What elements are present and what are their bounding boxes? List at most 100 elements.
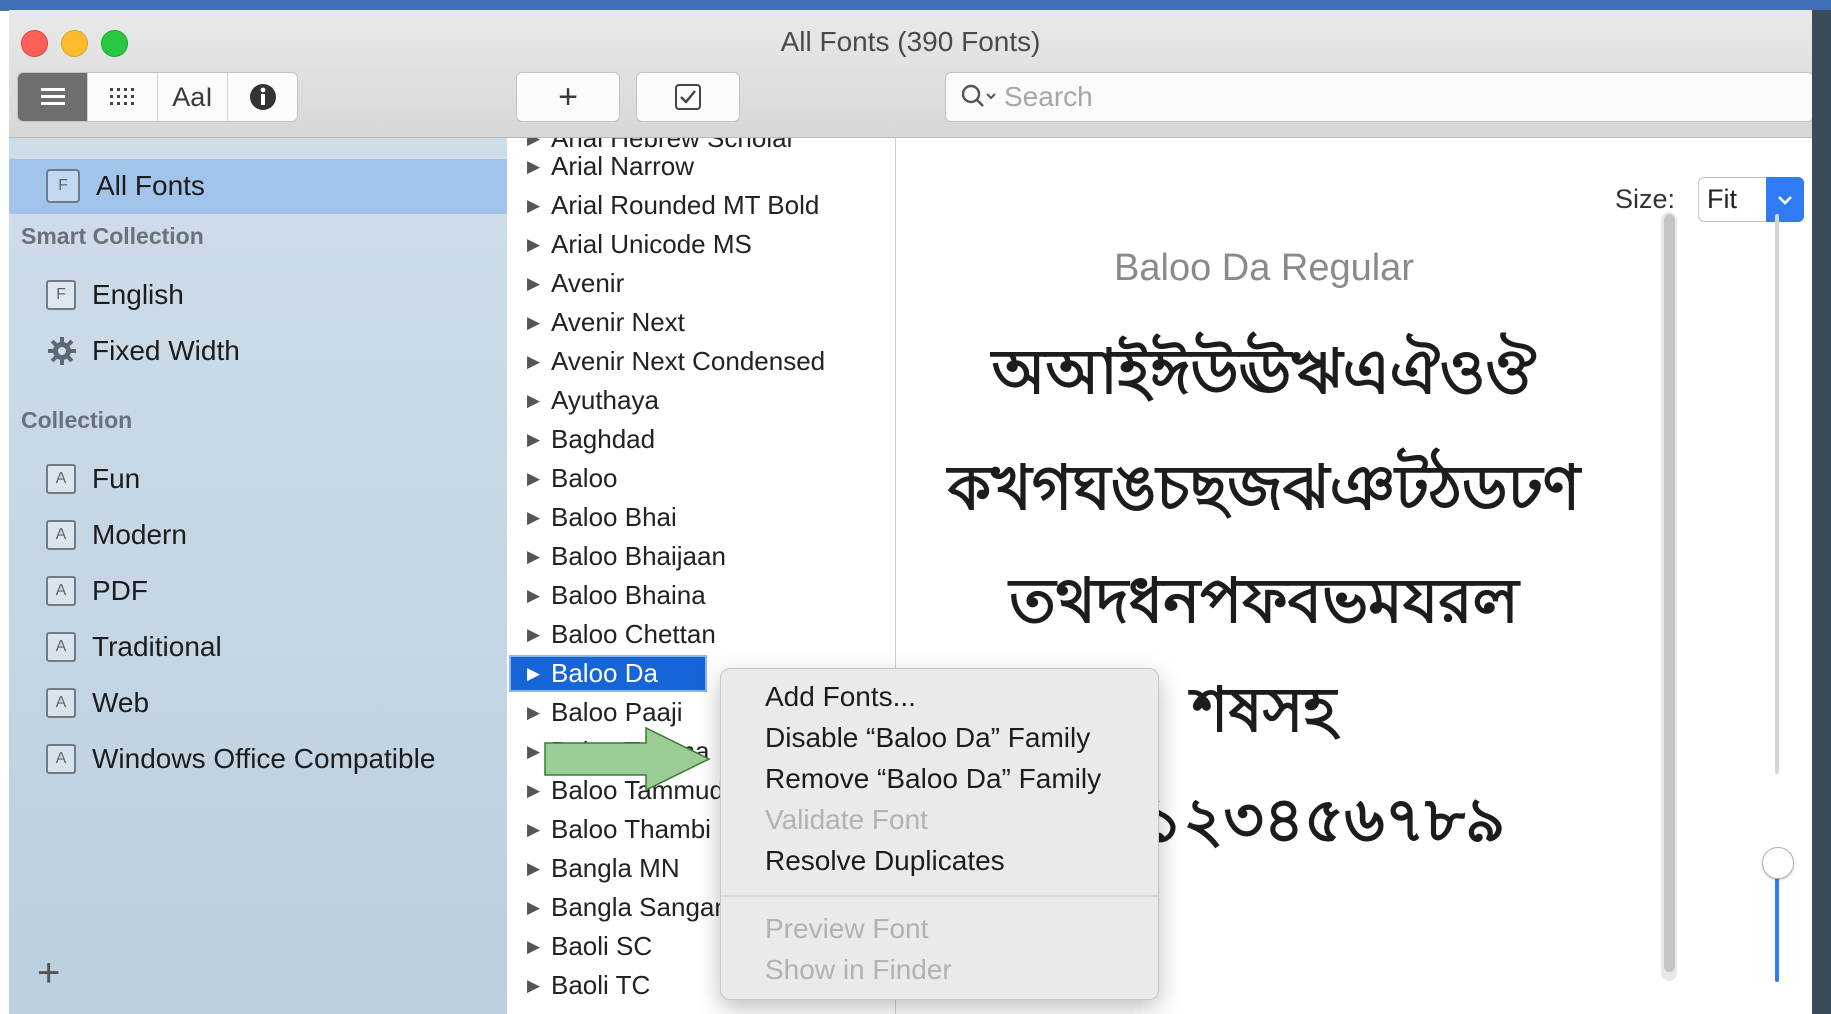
font-row-label: Baloo Da [551, 658, 658, 688]
sidebar-item-fun[interactable]: A Fun [46, 455, 140, 503]
sidebar-item-pdf[interactable]: A PDF [46, 567, 148, 615]
sidebar-item-label: PDF [92, 575, 148, 606]
sidebar-item-label: All Fonts [96, 170, 205, 201]
sidebar-item-modern[interactable]: A Modern [46, 511, 187, 559]
size-slider-knob[interactable] [1762, 847, 1794, 879]
menu-item-resolve-duplicates[interactable]: Resolve Duplicates [765, 845, 1005, 877]
collection-header: Collection [21, 407, 133, 433]
disclosure-triangle-icon[interactable]: ▶ [527, 138, 551, 149]
sidebar-item-label: Web [92, 687, 150, 718]
preview-sample-line: অআইঈউঊঋএঐওঔ [991, 338, 1537, 407]
sidebar-item-fixed-width[interactable]: Fixed Width [46, 327, 240, 375]
disclosure-triangle-icon[interactable]: ▶ [527, 430, 551, 450]
font-book-window: All Fonts (390 Fonts) AaI + Search F All… [9, 10, 1812, 1014]
disclosure-triangle-icon[interactable]: ▶ [527, 625, 551, 645]
font-row-label: Baloo Bhaijaan [551, 541, 726, 571]
font-row-label: Avenir [551, 268, 625, 298]
disclosure-triangle-icon[interactable]: ▶ [527, 274, 551, 294]
disclosure-triangle-icon[interactable]: ▶ [527, 508, 551, 528]
collection-icon: A [46, 520, 76, 550]
sidebar-item-windows-office-compatible[interactable]: A Windows Office Compatible [46, 735, 435, 783]
font-row[interactable]: ▶ Baloo Bhaina [527, 577, 706, 614]
font-row[interactable]: ▶ Arial Unicode MS [527, 226, 752, 263]
menu-item-remove-family[interactable]: Remove “Baloo Da” Family [765, 763, 1101, 795]
sidebar-item-traditional[interactable]: A Traditional [46, 623, 222, 671]
add-font-button[interactable]: + [516, 72, 620, 122]
menu-item-validate-font: Validate Font [765, 804, 928, 835]
menu-item-add-fonts[interactable]: Add Fonts... [765, 681, 916, 713]
list-view-button[interactable] [18, 73, 88, 121]
disclosure-triangle-icon[interactable]: ▶ [527, 547, 551, 567]
font-row-label: Avenir Next Condensed [551, 346, 826, 376]
font-row[interactable]: ▶ Baloo Thambi [527, 811, 711, 848]
font-row-label: Baghdad [551, 424, 656, 454]
font-row[interactable]: ▶ Arial Narrow [527, 148, 694, 185]
disclosure-triangle-icon[interactable]: ▶ [527, 820, 551, 840]
font-row[interactable]: ▶ Arial Rounded MT Bold [527, 187, 819, 224]
disclosure-triangle-icon[interactable]: ▶ [527, 235, 551, 255]
sidebar-item-english[interactable]: F English [46, 271, 184, 319]
disclosure-triangle-icon[interactable]: ▶ [527, 976, 551, 996]
font-row[interactable]: ▶ Avenir Next Condensed [527, 343, 825, 380]
sample-view-label: AaI [172, 81, 213, 112]
disclosure-triangle-icon[interactable]: ▶ [527, 391, 551, 411]
chevron-down-icon [1766, 177, 1804, 222]
font-row-label: Avenir Next [551, 307, 685, 337]
disclosure-triangle-icon[interactable]: ▶ [527, 157, 551, 177]
add-collection-button[interactable]: + [37, 953, 60, 993]
sidebar-item-web[interactable]: A Web [46, 679, 149, 727]
titlebar: All Fonts (390 Fonts) AaI + Search [9, 10, 1812, 138]
menu-item-disable-family[interactable]: Disable “Baloo Da” Family [765, 722, 1090, 754]
disclosure-triangle-icon[interactable]: ▶ [527, 352, 551, 372]
sidebar-item-label: Fixed Width [92, 335, 240, 366]
font-row-label: Arial Unicode MS [551, 229, 752, 259]
font-row[interactable]: ▶ Baloo [527, 460, 618, 497]
disclosure-triangle-icon[interactable]: ▶ [527, 859, 551, 879]
font-row[interactable]: ▶ Baghdad [527, 421, 655, 458]
preview-scrollbar-thumb[interactable] [1664, 214, 1675, 972]
sidebar-item-label: Fun [92, 463, 141, 494]
font-row[interactable]: ▶ Ayuthaya [527, 382, 659, 419]
font-row-label: Baloo Chettan [551, 619, 716, 649]
font-row-label: Arial Narrow [551, 151, 695, 181]
info-view-button[interactable] [228, 73, 297, 121]
size-popup[interactable]: Fit [1698, 177, 1804, 222]
font-row[interactable]: ▶ Baloo Bhaijaan [527, 538, 726, 575]
disclosure-triangle-icon[interactable]: ▶ [527, 898, 551, 918]
preview-sample-line: কখগঘঙচছজঝঞটঠডঢণ [947, 454, 1581, 523]
font-row-label: Baloo Paaji [551, 697, 683, 727]
font-row[interactable]: ▶ Baloo Bhai [527, 499, 677, 536]
grid-view-button[interactable] [88, 73, 158, 121]
collection-icon: A [46, 576, 76, 606]
preview-sample-line: তথদধনপফবভমযরল [1009, 567, 1519, 636]
font-row[interactable]: ▶ Avenir Next [527, 304, 685, 341]
collection-icon: A [46, 744, 76, 774]
disclosure-triangle-icon[interactable]: ▶ [527, 196, 551, 216]
disclosure-triangle-icon[interactable]: ▶ [527, 586, 551, 606]
font-row-selected[interactable]: ▶ Baloo Da [509, 655, 707, 692]
validate-button[interactable] [636, 72, 740, 122]
search-field[interactable]: Search [945, 72, 1812, 122]
size-slider-track[interactable] [1775, 214, 1779, 774]
font-row[interactable]: ▶ Baoli TC [527, 967, 650, 1004]
disclosure-triangle-icon[interactable]: ▶ [527, 469, 551, 489]
window-title: All Fonts (390 Fonts) [780, 26, 1041, 57]
font-row[interactable]: ▶ Baloo Chettan [527, 616, 716, 653]
gear-icon [48, 337, 76, 365]
disclosure-triangle-icon[interactable]: ▶ [527, 313, 551, 333]
collection-icon: A [46, 688, 76, 718]
menu-separator [721, 895, 1158, 897]
sidebar-item-label: Windows Office Compatible [92, 743, 436, 774]
disclosure-triangle-icon[interactable]: ▶ [527, 703, 551, 723]
font-row[interactable]: ▶ Bangla MN [527, 850, 680, 887]
disclosure-triangle-icon[interactable]: ▶ [527, 937, 551, 957]
font-row[interactable]: ▶ Baoli SC [527, 928, 652, 965]
disclosure-triangle-icon[interactable]: ▶ [527, 664, 551, 684]
font-row-label: Baloo Bhaina [551, 580, 706, 610]
menu-item-preview-font: Preview Font [765, 913, 929, 944]
sample-view-button[interactable]: AaI [158, 73, 228, 121]
font-row-label: Ayuthaya [551, 385, 659, 415]
sidebar-item-all-fonts[interactable]: F All Fonts [46, 162, 205, 210]
font-row[interactable]: ▶ Avenir [527, 265, 624, 302]
checkbox-icon [675, 84, 701, 110]
